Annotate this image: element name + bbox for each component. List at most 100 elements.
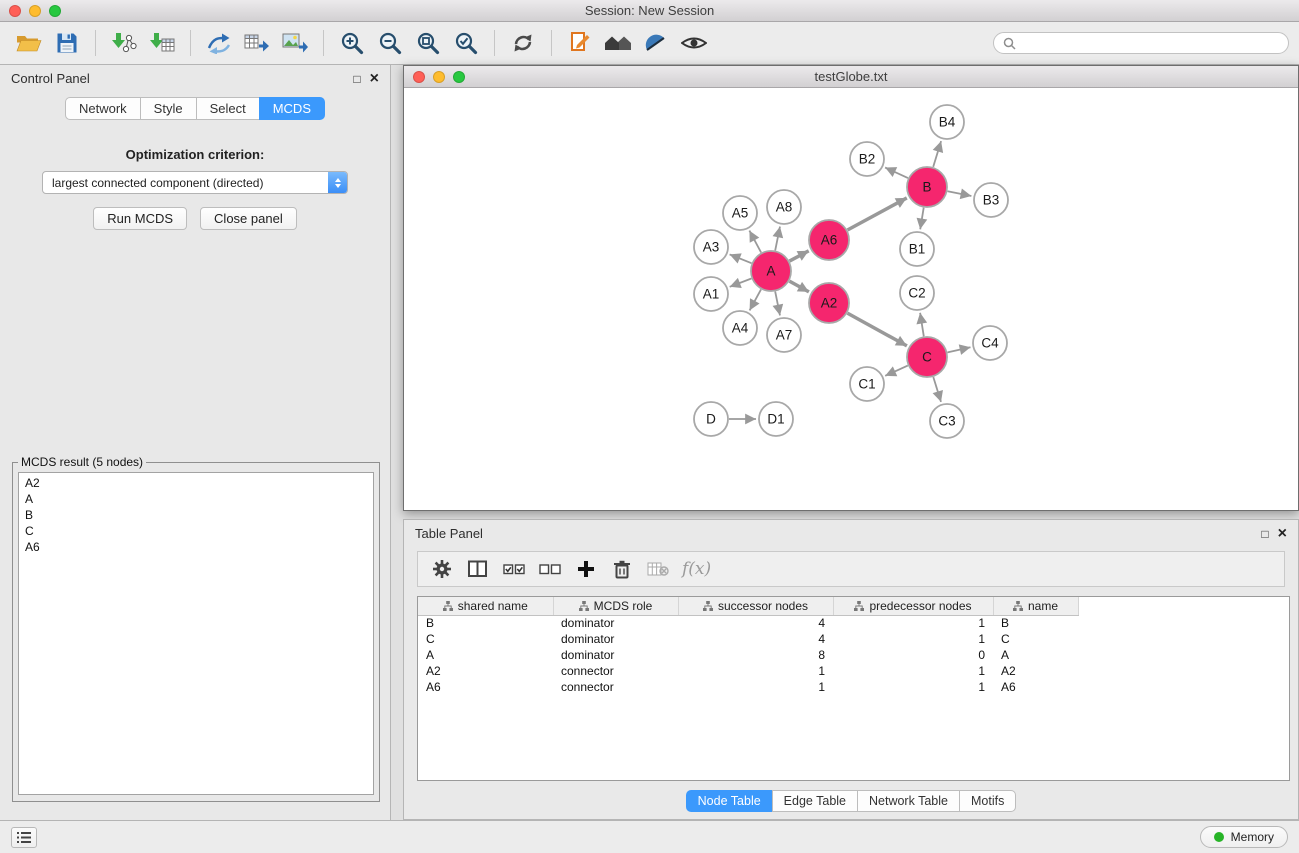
node-B2[interactable]: B2 — [850, 142, 884, 176]
column-header-successor-nodes[interactable]: successor nodes — [678, 597, 833, 615]
float-table-panel-icon[interactable]: □ — [1261, 528, 1268, 540]
edge-C-C4[interactable] — [948, 347, 971, 352]
select-all-button[interactable] — [498, 554, 530, 584]
close-window-icon[interactable] — [9, 5, 21, 17]
result-item-b[interactable]: B — [25, 507, 367, 523]
result-item-c[interactable]: C — [25, 523, 367, 539]
task-history-button[interactable] — [11, 827, 37, 848]
node-A7[interactable]: A7 — [767, 318, 801, 352]
node-C1[interactable]: C1 — [850, 367, 884, 401]
zoom-fit-button[interactable] — [409, 26, 447, 60]
node-D1[interactable]: D1 — [759, 402, 793, 436]
network-view[interactable]: B4B2BB3A5A8A6B1A3AC2A1A2A4A7C4CC1C3DD1 — [404, 89, 1298, 510]
function-builder-button[interactable]: f(x) — [678, 559, 715, 579]
edge-A-A4[interactable] — [750, 289, 761, 310]
export-network-button[interactable] — [200, 26, 238, 60]
table-row-a[interactable]: Adominator80A — [418, 647, 1078, 663]
table-row-c[interactable]: Cdominator41C — [418, 631, 1078, 647]
edge-C-C1[interactable] — [885, 366, 908, 376]
delete-column-button[interactable] — [642, 554, 674, 584]
network-maximize-icon[interactable] — [453, 71, 465, 83]
export-table-button[interactable] — [238, 26, 276, 60]
run-mcds-button[interactable]: Run MCDS — [93, 207, 187, 230]
edge-A6-B[interactable] — [848, 198, 907, 230]
import-table-button[interactable] — [143, 26, 181, 60]
node-B[interactable]: B — [907, 167, 947, 207]
edge-A-A3[interactable] — [730, 254, 752, 263]
close-table-panel-icon[interactable]: × — [1278, 526, 1287, 542]
table-tab-edge-table[interactable]: Edge Table — [772, 790, 857, 812]
result-item-a2[interactable]: A2 — [25, 475, 367, 491]
table-tab-network-table[interactable]: Network Table — [857, 790, 959, 812]
tab-select[interactable]: Select — [196, 97, 259, 120]
edge-A2-C[interactable] — [847, 313, 907, 346]
column-header-name[interactable]: name — [993, 597, 1078, 615]
first-neighbors-button[interactable] — [561, 26, 599, 60]
edge-C-C2[interactable] — [920, 313, 924, 337]
edge-A-A6[interactable] — [790, 251, 809, 261]
node-B3[interactable]: B3 — [974, 183, 1008, 217]
network-close-icon[interactable] — [413, 71, 425, 83]
result-item-a[interactable]: A — [25, 491, 367, 507]
node-A6[interactable]: A6 — [809, 220, 849, 260]
search-box[interactable] — [993, 32, 1289, 54]
home-button[interactable] — [599, 26, 637, 60]
node-table[interactable]: shared nameMCDS rolesuccessor nodesprede… — [417, 596, 1290, 781]
edge-A-A7[interactable] — [775, 292, 780, 316]
memory-button[interactable]: Memory — [1200, 826, 1288, 848]
graphics-details-button[interactable] — [637, 26, 675, 60]
column-header-predecessor-nodes[interactable]: predecessor nodes — [833, 597, 993, 615]
mcds-result-list[interactable]: A2ABCA6 — [18, 472, 374, 795]
search-input[interactable] — [1021, 36, 1279, 50]
close-panel-button[interactable]: Close panel — [200, 207, 297, 230]
edge-C-C3[interactable] — [933, 377, 941, 402]
save-button[interactable] — [48, 26, 86, 60]
edge-A-A8[interactable] — [775, 227, 780, 251]
edge-B-B2[interactable] — [885, 168, 908, 179]
table-settings-button[interactable] — [426, 554, 458, 584]
zoom-in-button[interactable] — [333, 26, 371, 60]
node-A[interactable]: A — [751, 251, 791, 291]
node-C4[interactable]: C4 — [973, 326, 1007, 360]
tab-network[interactable]: Network — [65, 97, 140, 120]
column-header-mcds-role[interactable]: MCDS role — [553, 597, 678, 615]
node-C2[interactable]: C2 — [900, 276, 934, 310]
deselect-all-button[interactable] — [534, 554, 566, 584]
export-image-button[interactable] — [276, 26, 314, 60]
refresh-button[interactable] — [504, 26, 542, 60]
tab-mcds[interactable]: MCDS — [259, 97, 325, 120]
node-B1[interactable]: B1 — [900, 232, 934, 266]
open-button[interactable] — [10, 26, 48, 60]
table-row-a6[interactable]: A6connector11A6 — [418, 679, 1078, 695]
network-canvas[interactable]: B4B2BB3A5A8A6B1A3AC2A1A2A4A7C4CC1C3DD1 — [404, 89, 1298, 510]
float-panel-icon[interactable]: □ — [353, 73, 360, 85]
node-A5[interactable]: A5 — [723, 196, 757, 230]
edge-B-B3[interactable] — [948, 191, 972, 196]
add-column-button[interactable] — [570, 554, 602, 584]
node-A3[interactable]: A3 — [694, 230, 728, 264]
table-row-b[interactable]: Bdominator41B — [418, 615, 1078, 631]
maximize-window-icon[interactable] — [49, 5, 61, 17]
zoom-out-button[interactable] — [371, 26, 409, 60]
edge-A-A1[interactable] — [730, 279, 752, 287]
node-A2[interactable]: A2 — [809, 283, 849, 323]
minimize-window-icon[interactable] — [29, 5, 41, 17]
tab-style[interactable]: Style — [140, 97, 196, 120]
delete-row-button[interactable] — [606, 554, 638, 584]
network-minimize-icon[interactable] — [433, 71, 445, 83]
zoom-selected-button[interactable] — [447, 26, 485, 60]
table-row-a2[interactable]: A2connector11A2 — [418, 663, 1078, 679]
node-D[interactable]: D — [694, 402, 728, 436]
close-panel-icon[interactable]: × — [370, 71, 379, 87]
result-item-a6[interactable]: A6 — [25, 539, 367, 555]
edge-B-B4[interactable] — [933, 141, 941, 167]
node-C[interactable]: C — [907, 337, 947, 377]
table-tab-node-table[interactable]: Node Table — [686, 790, 772, 812]
edge-A-A2[interactable] — [789, 281, 809, 292]
node-A4[interactable]: A4 — [723, 311, 757, 345]
column-header-shared-name[interactable]: shared name — [418, 597, 553, 615]
edge-B-B1[interactable] — [920, 208, 924, 230]
show-hide-button[interactable] — [675, 26, 713, 60]
show-columns-button[interactable] — [462, 554, 494, 584]
edge-A-A5[interactable] — [749, 231, 761, 253]
